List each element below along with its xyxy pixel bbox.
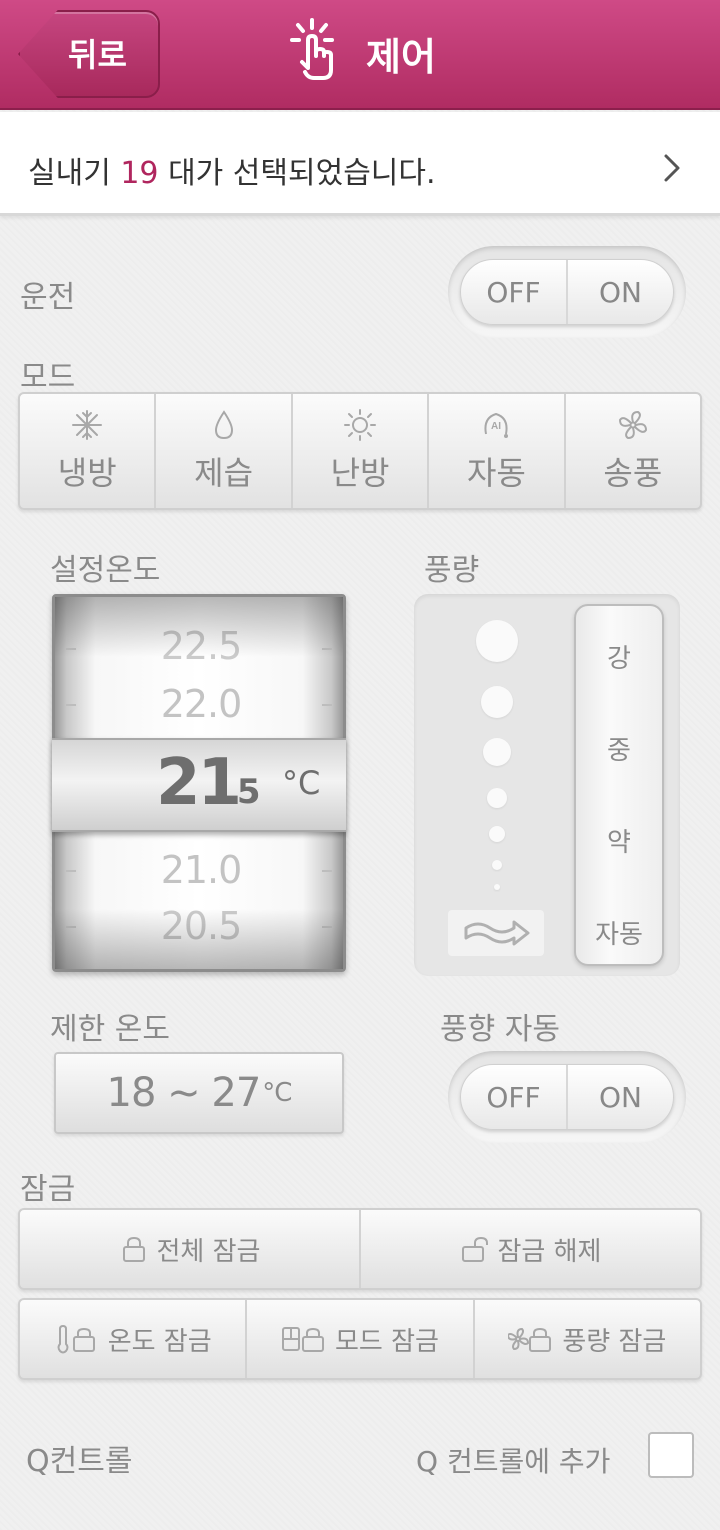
limit-temp-label: 제한 온도 bbox=[50, 1012, 170, 1047]
wind-arrow-icon bbox=[448, 910, 544, 956]
temp-option[interactable]: 22.0 bbox=[101, 682, 301, 726]
selection-count: 19 bbox=[120, 156, 159, 191]
set-temp-label: 설정온도 bbox=[50, 553, 161, 588]
all-lock-button[interactable]: 전체 잠금 bbox=[20, 1210, 361, 1288]
fan-level-dot bbox=[476, 620, 518, 662]
fan-icon bbox=[618, 410, 647, 440]
lock-bar-secondary: 온도 잠금 모드 잠금 풍량 잠금 bbox=[18, 1298, 702, 1380]
temp-lock-button[interactable]: 온도 잠금 bbox=[20, 1300, 248, 1378]
swing-on-button[interactable]: ON bbox=[568, 1065, 673, 1129]
fan-level-dot bbox=[489, 826, 505, 842]
fan-lock-button[interactable]: 풍량 잠금 bbox=[475, 1300, 700, 1378]
operation-toggle[interactable]: OFF ON bbox=[460, 259, 674, 325]
q-control-label: Q컨트롤 bbox=[26, 1444, 133, 1479]
limit-temp-button[interactable]: 18 ~ 27 °C bbox=[54, 1052, 344, 1134]
ai-auto-icon: AI bbox=[484, 412, 509, 438]
swing-off-button[interactable]: OFF bbox=[461, 1065, 568, 1129]
lock-label: 잠금 bbox=[20, 1172, 76, 1207]
mode-fan-label: 송풍 bbox=[603, 454, 663, 492]
unlock-icon bbox=[461, 1236, 488, 1262]
mode-heat-label: 난방 bbox=[330, 454, 390, 492]
selection-prefix: 실내기 bbox=[28, 156, 121, 191]
chevron-right-icon[interactable] bbox=[660, 152, 684, 184]
temp-unit: °C bbox=[282, 764, 321, 802]
mode-cool-label: 냉방 bbox=[57, 454, 117, 492]
unlock-button[interactable]: 잠금 해제 bbox=[361, 1210, 700, 1288]
mode-label: 모드 bbox=[20, 360, 76, 395]
mode-cool-button[interactable]: 냉방 bbox=[20, 394, 157, 508]
mode-heat-button[interactable]: 난방 bbox=[293, 394, 430, 508]
sun-icon bbox=[344, 409, 377, 441]
operation-off-button[interactable]: OFF bbox=[461, 260, 568, 324]
fan-high-option[interactable]: 강 bbox=[574, 638, 664, 675]
all-lock-label: 전체 잠금 bbox=[156, 1236, 261, 1267]
fan-low-option[interactable]: 약 bbox=[574, 822, 664, 859]
q-control-add-label: Q 컨트롤에 추가 bbox=[416, 1445, 611, 1478]
fan-lock-label: 풍량 잠금 bbox=[562, 1326, 667, 1357]
drum-tick bbox=[322, 926, 332, 928]
back-button-label: 뒤로 bbox=[68, 36, 127, 74]
fan-level-dot bbox=[492, 860, 502, 870]
mode-fan-button[interactable]: 송풍 bbox=[566, 394, 700, 508]
drum-tick bbox=[66, 870, 76, 872]
fan-auto-option[interactable]: 자동 bbox=[574, 914, 664, 951]
page-title: 제어 bbox=[366, 35, 436, 79]
droplet-icon bbox=[214, 410, 233, 440]
fan-level-dot bbox=[481, 686, 513, 718]
fan-level-dot bbox=[494, 884, 500, 890]
temp-option[interactable]: 20.5 bbox=[101, 904, 301, 948]
mode-selector: 냉방 제습 난방 AI 자동 송풍 bbox=[18, 392, 702, 510]
mode-lock-icon bbox=[282, 1327, 325, 1352]
drum-tick bbox=[66, 926, 76, 928]
unlock-label: 잠금 해제 bbox=[497, 1236, 602, 1267]
drum-tick bbox=[66, 704, 76, 706]
thermometer-lock-icon bbox=[57, 1324, 95, 1354]
drum-tick bbox=[322, 704, 332, 706]
lock-icon bbox=[122, 1236, 145, 1262]
limit-temp-range: 18 ~ 27 bbox=[106, 1070, 262, 1116]
drum-tick bbox=[322, 870, 332, 872]
touch-hand-icon bbox=[290, 18, 334, 80]
svg-text:AI: AI bbox=[491, 421, 501, 432]
limit-temp-unit: °C bbox=[262, 1078, 292, 1108]
mode-lock-label: 모드 잠금 bbox=[335, 1326, 439, 1357]
mode-lock-button[interactable]: 모드 잠금 bbox=[247, 1300, 475, 1378]
fan-level-dot bbox=[487, 788, 507, 808]
mode-auto-button[interactable]: AI 자동 bbox=[429, 394, 566, 508]
fan-lock-icon bbox=[508, 1327, 552, 1352]
temp-option[interactable]: 22.5 bbox=[101, 624, 301, 668]
mode-dry-button[interactable]: 제습 bbox=[156, 394, 293, 508]
snowflake-icon bbox=[72, 410, 103, 440]
fan-medium-option[interactable]: 중 bbox=[574, 730, 664, 767]
temp-lock-label: 온도 잠금 bbox=[107, 1326, 212, 1357]
drum-tick bbox=[66, 648, 76, 650]
q-control-checkbox[interactable] bbox=[648, 1432, 694, 1478]
operation-on-button[interactable]: ON bbox=[568, 260, 673, 324]
selection-suffix: 대가 선택되었습니다. bbox=[158, 156, 436, 191]
mode-auto-label: 자동 bbox=[466, 454, 526, 492]
selection-summary: 실내기 19 대가 선택되었습니다. bbox=[28, 148, 436, 192]
swing-toggle[interactable]: OFF ON bbox=[460, 1064, 674, 1130]
drum-tick bbox=[322, 648, 332, 650]
operation-label: 운전 bbox=[20, 280, 76, 315]
fan-speed-label: 풍량 bbox=[424, 553, 480, 588]
current-temp-decimal: .5 bbox=[224, 772, 261, 812]
swing-label: 풍향 자동 bbox=[440, 1012, 560, 1047]
lock-bar-primary: 전체 잠금 잠금 해제 bbox=[18, 1208, 702, 1290]
temp-option[interactable]: 21.0 bbox=[101, 848, 301, 892]
fan-level-dot bbox=[483, 738, 511, 766]
mode-dry-label: 제습 bbox=[194, 454, 254, 492]
